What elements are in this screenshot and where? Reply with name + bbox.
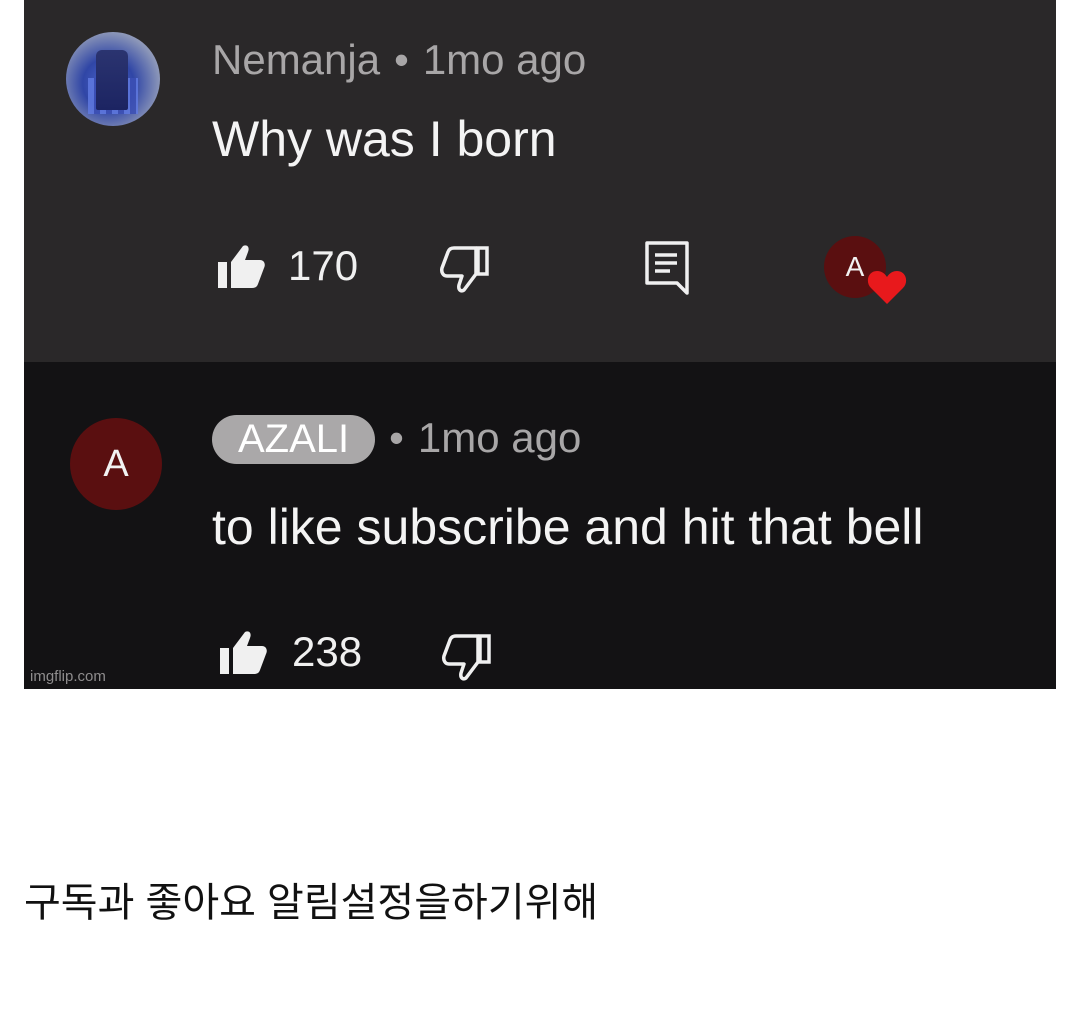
like-button[interactable]: 170 (216, 242, 358, 290)
comment-time[interactable]: 1mo ago (423, 36, 586, 83)
dislike-button[interactable] (440, 632, 492, 682)
comment-icon (644, 240, 690, 296)
comment-text: to like subscribe and hit that bell (212, 499, 924, 555)
post-caption: 구독과 좋아요 알림설정을하기위해 (24, 881, 599, 925)
like-count: 170 (288, 242, 359, 289)
thumbs-down-icon (438, 244, 490, 294)
meta-separator: • (394, 36, 409, 83)
avatar[interactable]: A (70, 418, 162, 510)
thumbs-up-icon (218, 628, 268, 676)
comment-author-chip[interactable]: AZALI (212, 415, 376, 464)
like-button[interactable]: 238 (218, 628, 362, 676)
comment-2: A AZALI • 1mo ago to like subscribe and hi… (24, 362, 1056, 689)
heart-icon (866, 268, 908, 311)
comment-meta: AZALI • 1mo ago (212, 414, 581, 464)
youtube-comment-screenshot: Nemanja • 1mo ago Why was I born 170 A A… (24, 0, 1056, 689)
thumbs-down-icon (440, 632, 492, 682)
meta-separator: • (389, 414, 404, 461)
dislike-button[interactable] (438, 244, 490, 294)
avatar-image-figure (96, 50, 128, 110)
watermark: imgflip.com (30, 668, 106, 685)
comment-1: Nemanja • 1mo ago Why was I born 170 A (24, 0, 1056, 362)
like-count: 238 (292, 628, 363, 675)
avatar[interactable] (66, 32, 160, 126)
comment-author[interactable]: Nemanja (212, 36, 380, 83)
reply-button[interactable] (644, 240, 690, 296)
comment-time[interactable]: 1mo ago (418, 414, 581, 461)
comment-text: Why was I born (212, 111, 557, 167)
thumbs-up-icon (216, 242, 266, 290)
comment-meta: Nemanja • 1mo ago (212, 36, 586, 84)
